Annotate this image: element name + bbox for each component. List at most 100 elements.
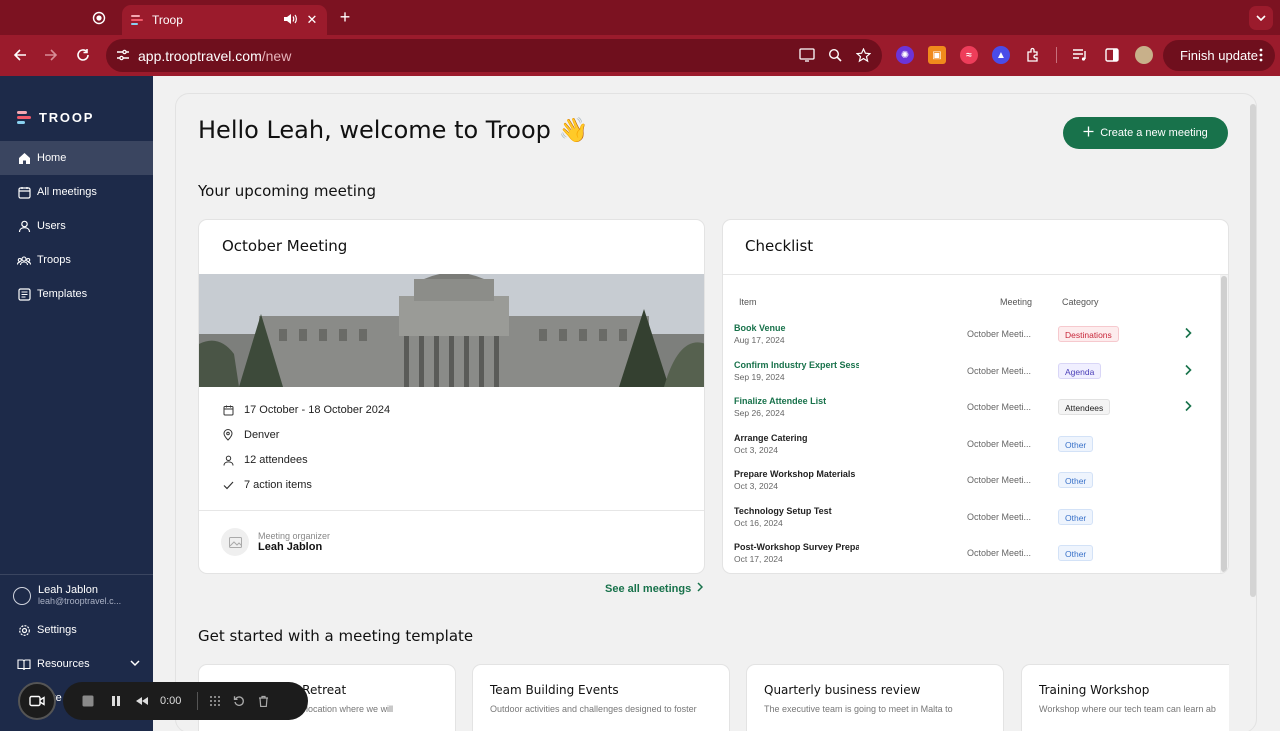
- create-meeting-label: Create a new meeting: [1100, 127, 1208, 139]
- pause-icon[interactable]: [104, 689, 128, 713]
- checklist-scrollbar-thumb[interactable]: [1221, 276, 1227, 572]
- checklist-item-meeting: October Meeti...: [967, 402, 1032, 412]
- sidebar-item-resources[interactable]: Resources: [0, 647, 153, 681]
- extensions-area: ✺ ▣ ≈ ▲: [896, 46, 1153, 64]
- rewind-icon[interactable]: [130, 689, 154, 713]
- zoom-icon[interactable]: [826, 46, 844, 64]
- sidebar-item-home[interactable]: Home: [0, 141, 153, 175]
- checklist-item-name[interactable]: Finalize Attendee List: [734, 396, 859, 406]
- category-badge: Destinations: [1058, 326, 1119, 342]
- checklist-row[interactable]: Post-Workshop Survey Prepa Oct 17, 2024 …: [723, 538, 1223, 573]
- trash-icon[interactable]: [251, 689, 275, 713]
- main-content: Hello Leah, welcome to Troop 👋 Create a …: [175, 93, 1257, 731]
- checklist-row[interactable]: Prepare Workshop Materials Oct 3, 2024 O…: [723, 465, 1223, 501]
- page-title: Hello Leah, welcome to Troop 👋: [198, 116, 589, 144]
- site-settings-icon[interactable]: [115, 47, 131, 63]
- tab-troop[interactable]: Troop ✕: [122, 5, 327, 35]
- checklist-title: Checklist: [745, 237, 814, 255]
- sidebar-item-users[interactable]: Users: [0, 209, 153, 243]
- extension-red-icon[interactable]: ≈: [960, 46, 978, 64]
- home-icon: [17, 151, 31, 165]
- sidebar: TROOP Home All meetings Users Troops Tem…: [0, 76, 153, 731]
- checklist-item-name[interactable]: Confirm Industry Expert Sessi: [734, 360, 859, 370]
- side-panel-icon[interactable]: [1103, 46, 1121, 64]
- restart-icon[interactable]: [227, 689, 251, 713]
- create-meeting-button[interactable]: Create a new meeting: [1063, 117, 1228, 149]
- templates-heading: Get started with a meeting template: [198, 627, 474, 645]
- sidebar-item-settings[interactable]: Settings: [0, 613, 153, 647]
- forward-arrow-icon[interactable]: [41, 45, 61, 65]
- sidebar-item-troops[interactable]: Troops: [0, 243, 153, 277]
- reload-icon[interactable]: [73, 45, 93, 65]
- template-card[interactable]: Team Building Events Outdoor activities …: [472, 664, 730, 731]
- address-bar[interactable]: app.trooptravel.com/new: [106, 39, 882, 72]
- new-tab-button[interactable]: +: [336, 7, 354, 27]
- location-pin-icon: [221, 428, 235, 442]
- video-camera-icon: [29, 695, 45, 707]
- screen-recorder-widget: 0:00: [18, 682, 308, 720]
- sidebar-item-all-meetings[interactable]: All meetings: [0, 175, 153, 209]
- checklist-item-name[interactable]: Prepare Workshop Materials: [734, 469, 859, 479]
- extension-orange-icon[interactable]: ▣: [928, 46, 946, 64]
- tab-search-chevron-down-icon[interactable]: [1249, 6, 1273, 30]
- troop-logo[interactable]: TROOP: [17, 110, 94, 125]
- stop-icon[interactable]: [76, 689, 100, 713]
- url-text[interactable]: app.trooptravel.com/new: [138, 48, 291, 64]
- category-badge: Agenda: [1058, 363, 1102, 379]
- extension-flower-icon[interactable]: ✺: [896, 46, 914, 64]
- user-icon: [17, 219, 31, 233]
- checklist-item-name[interactable]: Technology Setup Test: [734, 506, 859, 516]
- grid-dots-icon[interactable]: [203, 689, 227, 713]
- checklist-row[interactable]: Technology Setup Test Oct 16, 2024 Octob…: [723, 502, 1223, 538]
- sidebar-item-label: Resources: [37, 658, 90, 670]
- recording-time: 0:00: [160, 695, 182, 707]
- template-card[interactable]: Quarterly business review The executive …: [746, 664, 1004, 731]
- checklist-row[interactable]: Arrange Catering Oct 3, 2024 October Mee…: [723, 429, 1223, 465]
- meeting-attendees-text: 12 attendees: [244, 454, 308, 466]
- checklist-item-meeting: October Meeti...: [967, 475, 1032, 485]
- media-control-icon[interactable]: [1071, 46, 1089, 64]
- back-arrow-icon[interactable]: [10, 45, 30, 65]
- troop-logo-mark-icon: [17, 111, 32, 124]
- chevron-right-icon: [697, 582, 704, 595]
- checklist-item-name[interactable]: Post-Workshop Survey Prepa: [734, 542, 859, 552]
- template-card[interactable]: Training Workshop Workshop where our tec…: [1021, 664, 1229, 731]
- chevron-right-icon[interactable]: [1182, 327, 1194, 339]
- checklist-row[interactable]: Confirm Industry Expert Sessi Sep 19, 20…: [723, 356, 1223, 392]
- checklist-item-name[interactable]: Arrange Catering: [734, 433, 859, 443]
- chevron-down-icon[interactable]: [130, 658, 140, 670]
- chevron-right-icon[interactable]: [1182, 400, 1194, 412]
- speaker-icon[interactable]: [283, 13, 299, 28]
- cast-icon[interactable]: [798, 46, 816, 64]
- meeting-card[interactable]: October Meeting 17 October - 18 October: [198, 219, 705, 574]
- recording-indicator-icon[interactable]: [86, 9, 112, 27]
- camera-toggle-button[interactable]: [18, 682, 56, 720]
- column-header-meeting: Meeting: [1000, 297, 1033, 307]
- checklist-item-meeting: October Meeti...: [967, 366, 1032, 376]
- see-all-label: See all meetings: [605, 582, 692, 595]
- extensions-puzzle-icon[interactable]: [1024, 46, 1042, 64]
- meeting-attendees: 12 attendees: [221, 453, 308, 467]
- extension-blue-icon[interactable]: ▲: [992, 46, 1010, 64]
- meeting-action-items: 7 action items: [221, 478, 312, 492]
- checklist-row[interactable]: Finalize Attendee List Sep 26, 2024 Octo…: [723, 392, 1223, 428]
- sidebar-item-label: Troops: [37, 254, 71, 266]
- bookmark-star-icon[interactable]: [854, 46, 872, 64]
- checklist-item-date: Sep 26, 2024: [734, 408, 785, 418]
- checklist-row[interactable]: Book Venue Aug 17, 2024 October Meeti...…: [723, 319, 1223, 355]
- profile-avatar[interactable]: [1135, 46, 1153, 64]
- meeting-dates: 17 October - 18 October 2024: [221, 403, 390, 417]
- checklist-item-name[interactable]: Book Venue: [734, 323, 859, 333]
- chevron-right-icon[interactable]: [1182, 364, 1194, 376]
- browser-toolbar: app.trooptravel.com/new ✺ ▣ ≈ ▲ Finish u…: [0, 35, 1280, 76]
- sidebar-item-templates[interactable]: Templates: [0, 277, 153, 311]
- template-description: The executive team is going to meet in M…: [764, 704, 953, 714]
- divider: [199, 510, 704, 511]
- main-scrollbar-thumb[interactable]: [1250, 104, 1256, 597]
- template-title: Training Workshop: [1039, 683, 1150, 697]
- browser-menu-icon[interactable]: [1255, 45, 1267, 65]
- close-tab-icon[interactable]: ✕: [305, 12, 319, 28]
- meeting-title: October Meeting: [222, 237, 348, 255]
- sidebar-user-profile[interactable]: Leah Jablon leah@trooptravel.c...: [13, 584, 130, 606]
- see-all-meetings-link[interactable]: See all meetings: [605, 582, 704, 595]
